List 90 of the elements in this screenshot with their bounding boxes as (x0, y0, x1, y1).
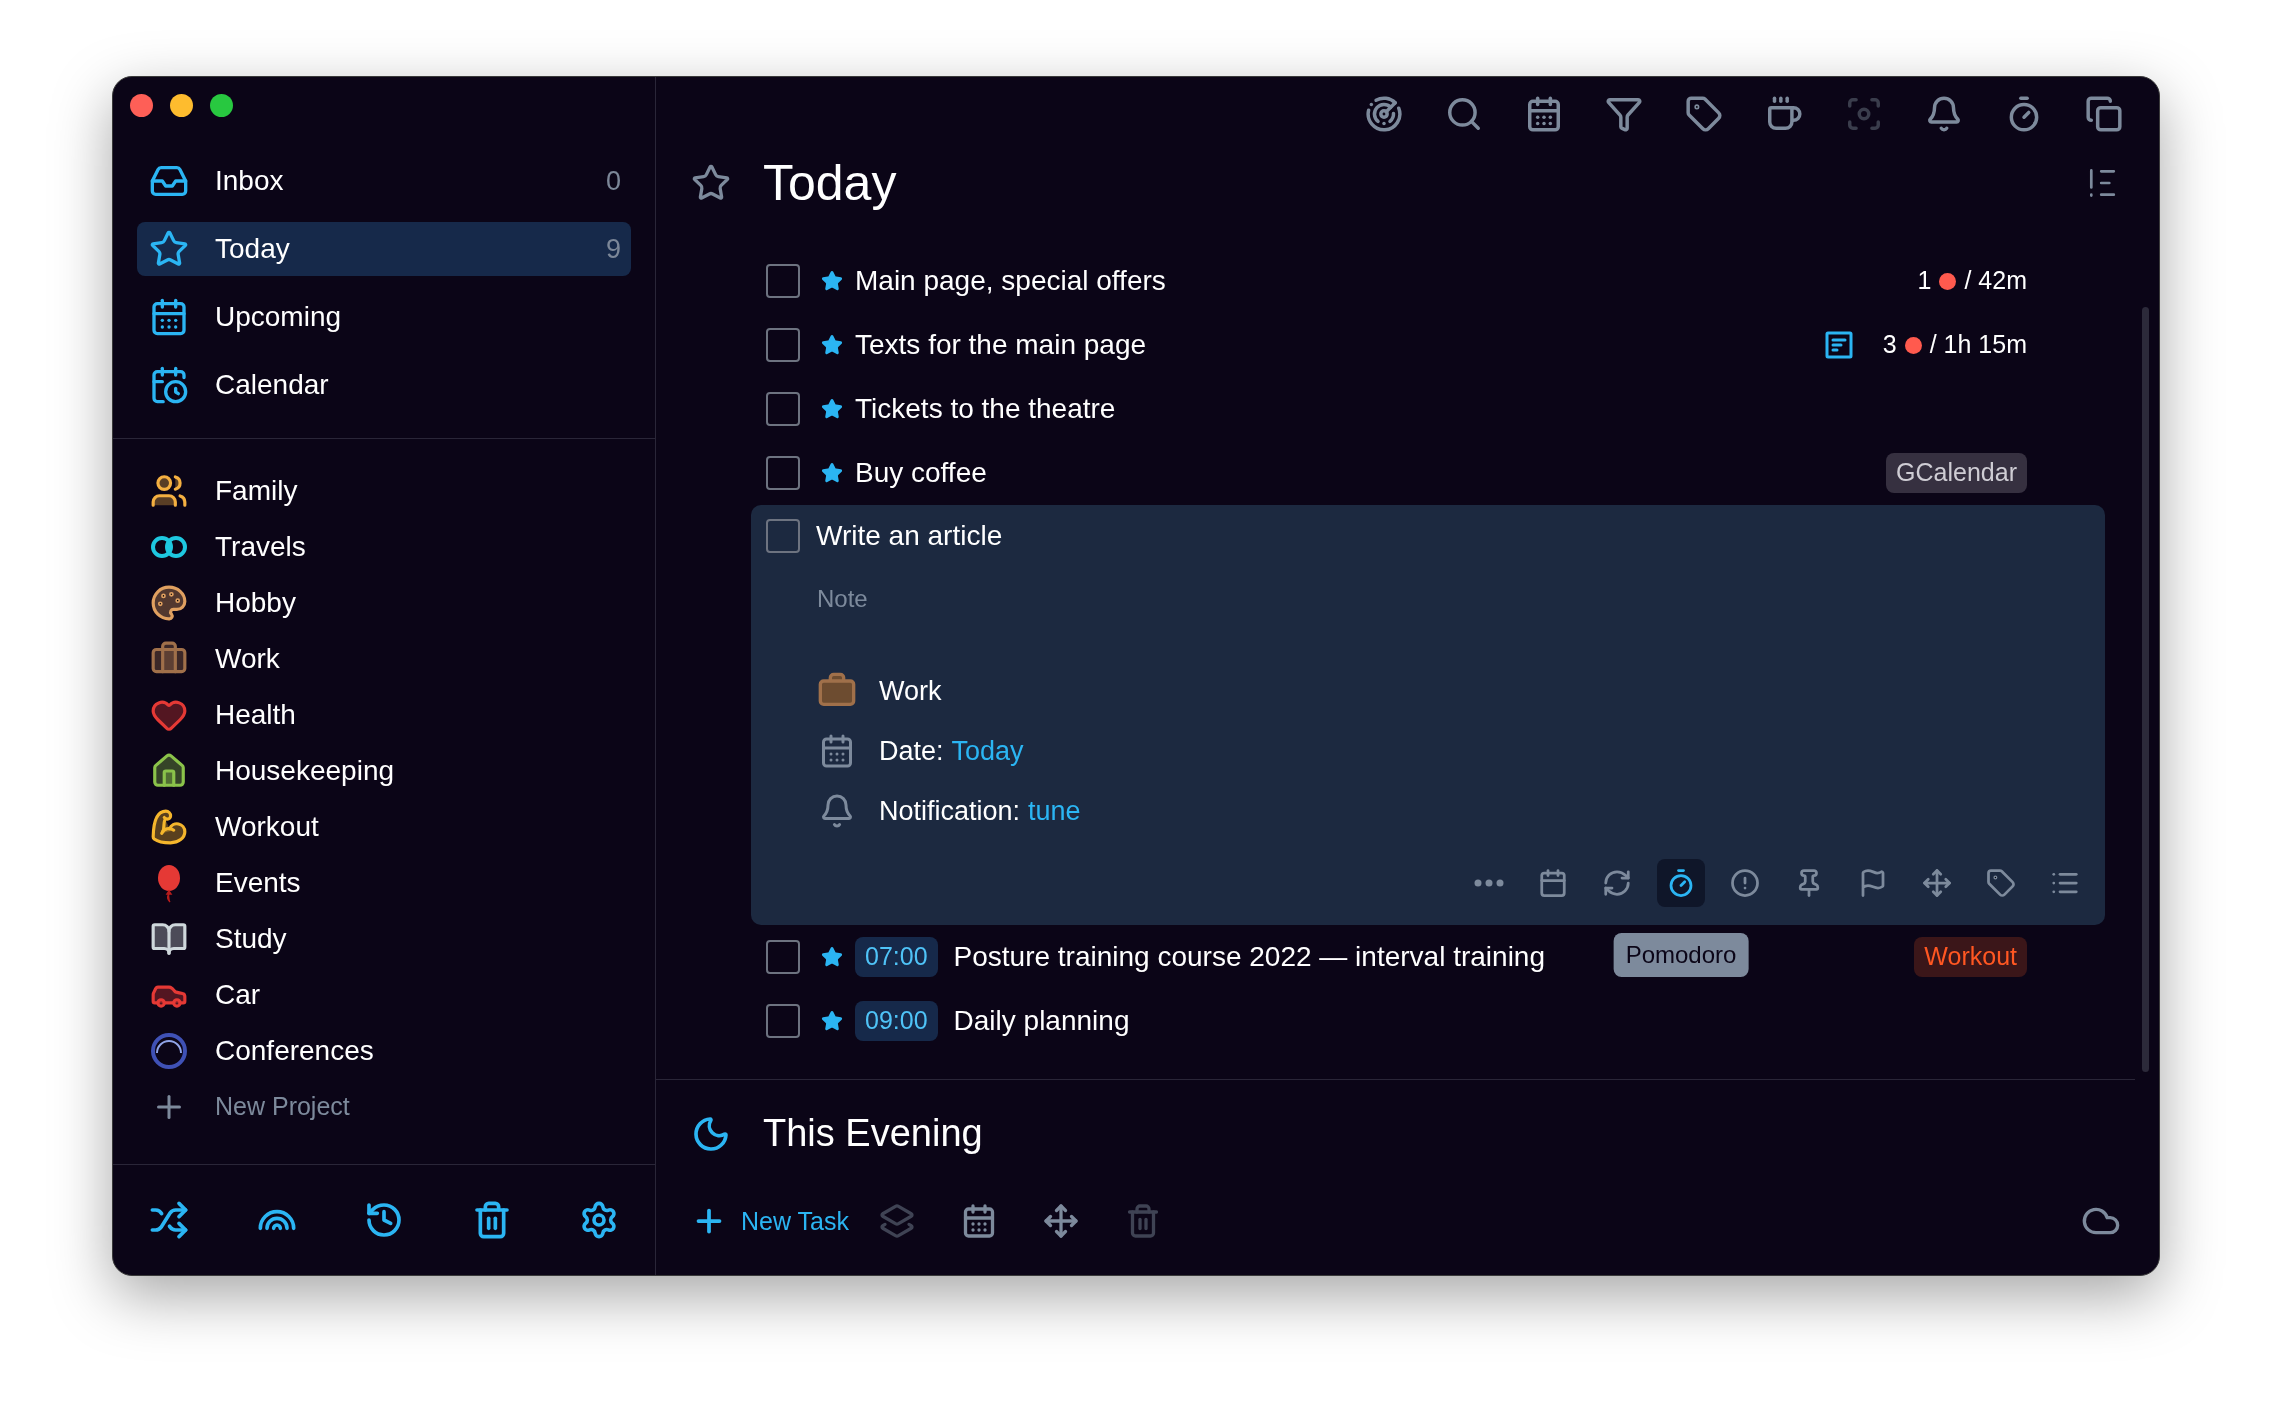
copy-button[interactable] (2084, 94, 2124, 134)
checkbox[interactable] (766, 1004, 800, 1038)
task-title[interactable]: Buy coffee (855, 452, 987, 494)
scrollbar[interactable] (2142, 307, 2149, 1072)
radar-button[interactable] (1364, 94, 1404, 134)
star-icon (149, 229, 189, 269)
checkbox[interactable] (766, 940, 800, 974)
checkbox[interactable] (766, 519, 800, 553)
notifications-icon (819, 793, 855, 829)
project-item[interactable]: Events (137, 855, 631, 911)
item-count: 9 (605, 232, 621, 266)
shuffle-icon (149, 1200, 189, 1240)
dots-icon (1474, 879, 1504, 887)
task-title[interactable]: Tickets to the theatre (855, 388, 1116, 430)
project-name[interactable]: Work (879, 670, 942, 712)
date-label: Date: (879, 734, 944, 768)
project-item[interactable]: Family (137, 463, 631, 519)
timer-button[interactable] (1657, 859, 1705, 907)
project-item[interactable]: Work (137, 631, 631, 687)
ring-icon (149, 1031, 189, 1071)
alert-icon (1730, 868, 1760, 898)
sidebar-item[interactable]: Inbox 0 (137, 154, 631, 208)
pomodoro-count: 3 (1882, 329, 1897, 361)
history-icon (364, 1200, 404, 1240)
time-badge: 07:00 (855, 937, 938, 977)
star-icon (691, 163, 731, 203)
repeat-icon (1602, 868, 1632, 898)
radar-icon (1365, 95, 1403, 133)
calendar-icon (819, 733, 855, 769)
filter-icon (1605, 95, 1643, 133)
project-item[interactable]: Car (137, 967, 631, 1023)
house-icon (150, 752, 188, 790)
section-title: This Evening (763, 1111, 983, 1157)
search-icon (1445, 95, 1483, 133)
people-icon (150, 472, 188, 510)
copy-icon (2085, 95, 2123, 133)
time-badge: 09:00 (855, 1001, 938, 1041)
move-icon (1922, 868, 1952, 898)
project-item[interactable]: Study (137, 911, 631, 967)
calendar-icon (1525, 95, 1563, 133)
project-item[interactable]: Hobby (137, 575, 631, 631)
duration-text: / 1h 15m (1929, 329, 2027, 361)
move-icon (1042, 1203, 1079, 1240)
page-title: Today (763, 153, 897, 213)
tag-icon (1986, 868, 2016, 898)
task-title[interactable]: Posture training course 2022 — interval training (953, 936, 1545, 978)
focus-icon (1845, 95, 1883, 133)
new-task-button[interactable]: New Task (691, 1202, 849, 1241)
project-item[interactable]: Health (137, 687, 631, 743)
tag[interactable]: GCalendar (1886, 453, 2027, 493)
project-item[interactable]: Housekeeping (137, 743, 631, 799)
flexed-arm-icon (150, 808, 188, 846)
open-book-icon (150, 920, 188, 958)
date-link[interactable]: Today (951, 730, 1024, 772)
task-title[interactable]: Main page, special offers (855, 260, 1166, 302)
calendar-clock-icon (149, 365, 189, 405)
project-item[interactable]: Conferences (137, 1023, 631, 1079)
sidebar-item[interactable]: Today 9 (137, 222, 631, 276)
item-count: 0 (605, 164, 621, 198)
tag-button[interactable] (1684, 94, 1724, 134)
checkbox[interactable] (766, 456, 800, 490)
tag-icon (1685, 95, 1723, 133)
tooltip: Pomodoro (1613, 933, 1749, 977)
sidebar-item[interactable]: Calendar (137, 358, 631, 412)
new-project-button[interactable]: New Project (137, 1079, 631, 1135)
notifications-icon (1925, 95, 1963, 133)
coffee-cup-icon (1765, 95, 1803, 133)
project-item[interactable]: Travels (137, 519, 631, 575)
minimize-window-button[interactable] (170, 93, 193, 117)
project-item[interactable]: Workout (137, 799, 631, 855)
tag[interactable]: Workout (1914, 937, 2027, 977)
checkbox[interactable] (766, 392, 800, 426)
task-title[interactable]: Daily planning (953, 1000, 1130, 1042)
zoom-window-button[interactable] (210, 93, 233, 117)
notification-label: Notification: (879, 794, 1021, 828)
task-title[interactable]: Texts for the main page (855, 324, 1147, 366)
notification-link[interactable]: tune (1028, 790, 1081, 832)
calendar-icon (1538, 868, 1568, 898)
note-field[interactable]: Note (817, 581, 868, 617)
calendar-icon (149, 297, 189, 337)
pomodoro-count: 1 (1917, 265, 1932, 297)
checkbox[interactable] (766, 328, 800, 362)
task-title[interactable]: Write an article (816, 515, 1003, 557)
layers-icon (878, 1203, 915, 1240)
close-window-button[interactable] (130, 93, 153, 117)
duration-text: / 42m (1964, 265, 2027, 297)
palette-icon (150, 584, 188, 622)
settings-icon (579, 1200, 619, 1240)
sidebar-item[interactable]: Upcoming (137, 290, 631, 344)
checkbox[interactable] (766, 264, 800, 298)
